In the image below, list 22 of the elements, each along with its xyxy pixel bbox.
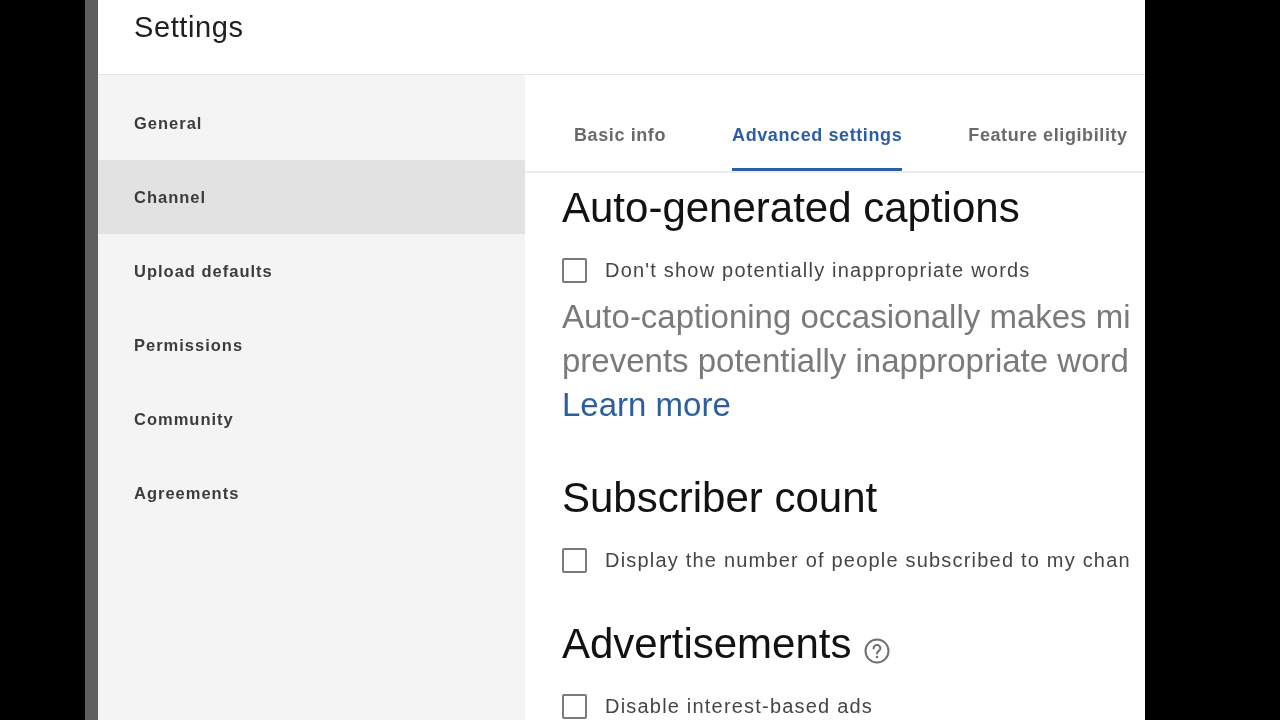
section-heading: Subscriber count: [562, 476, 878, 520]
checkbox[interactable]: [562, 693, 587, 719]
sidebar-item[interactable]: Channel: [98, 160, 525, 234]
learn-more-link[interactable]: Learn more: [562, 386, 731, 423]
checkbox-label: Disable interest-based ads: [605, 694, 873, 718]
checkbox-label: Display the number of people subscribed to my chan: [605, 548, 1131, 572]
section-heading: Auto-generated captions: [562, 186, 1020, 230]
tab[interactable]: Advanced settings: [732, 75, 903, 171]
sidebar-item[interactable]: Upload defaults: [98, 234, 525, 308]
checkbox-label: Don't show potentially inappropriate words: [605, 258, 1031, 282]
help-icon[interactable]: [864, 638, 891, 664]
section-heading: Advertisements: [562, 622, 852, 666]
sidebar-item[interactable]: General: [98, 86, 525, 160]
sidebar-item[interactable]: Agreements: [98, 456, 525, 530]
description-text: Auto-captioning occasionally makes mi prevents potentially inappropriate word Learn more: [562, 297, 1132, 425]
checkbox[interactable]: [562, 257, 587, 283]
checkbox[interactable]: [562, 547, 587, 573]
tab[interactable]: Feature eligibility: [968, 75, 1128, 171]
sidebar-item[interactable]: Community: [98, 382, 525, 456]
tab[interactable]: Basic info: [574, 75, 667, 171]
window-title: Settings: [134, 10, 244, 44]
sidebar-item[interactable]: Permissions: [98, 308, 525, 382]
